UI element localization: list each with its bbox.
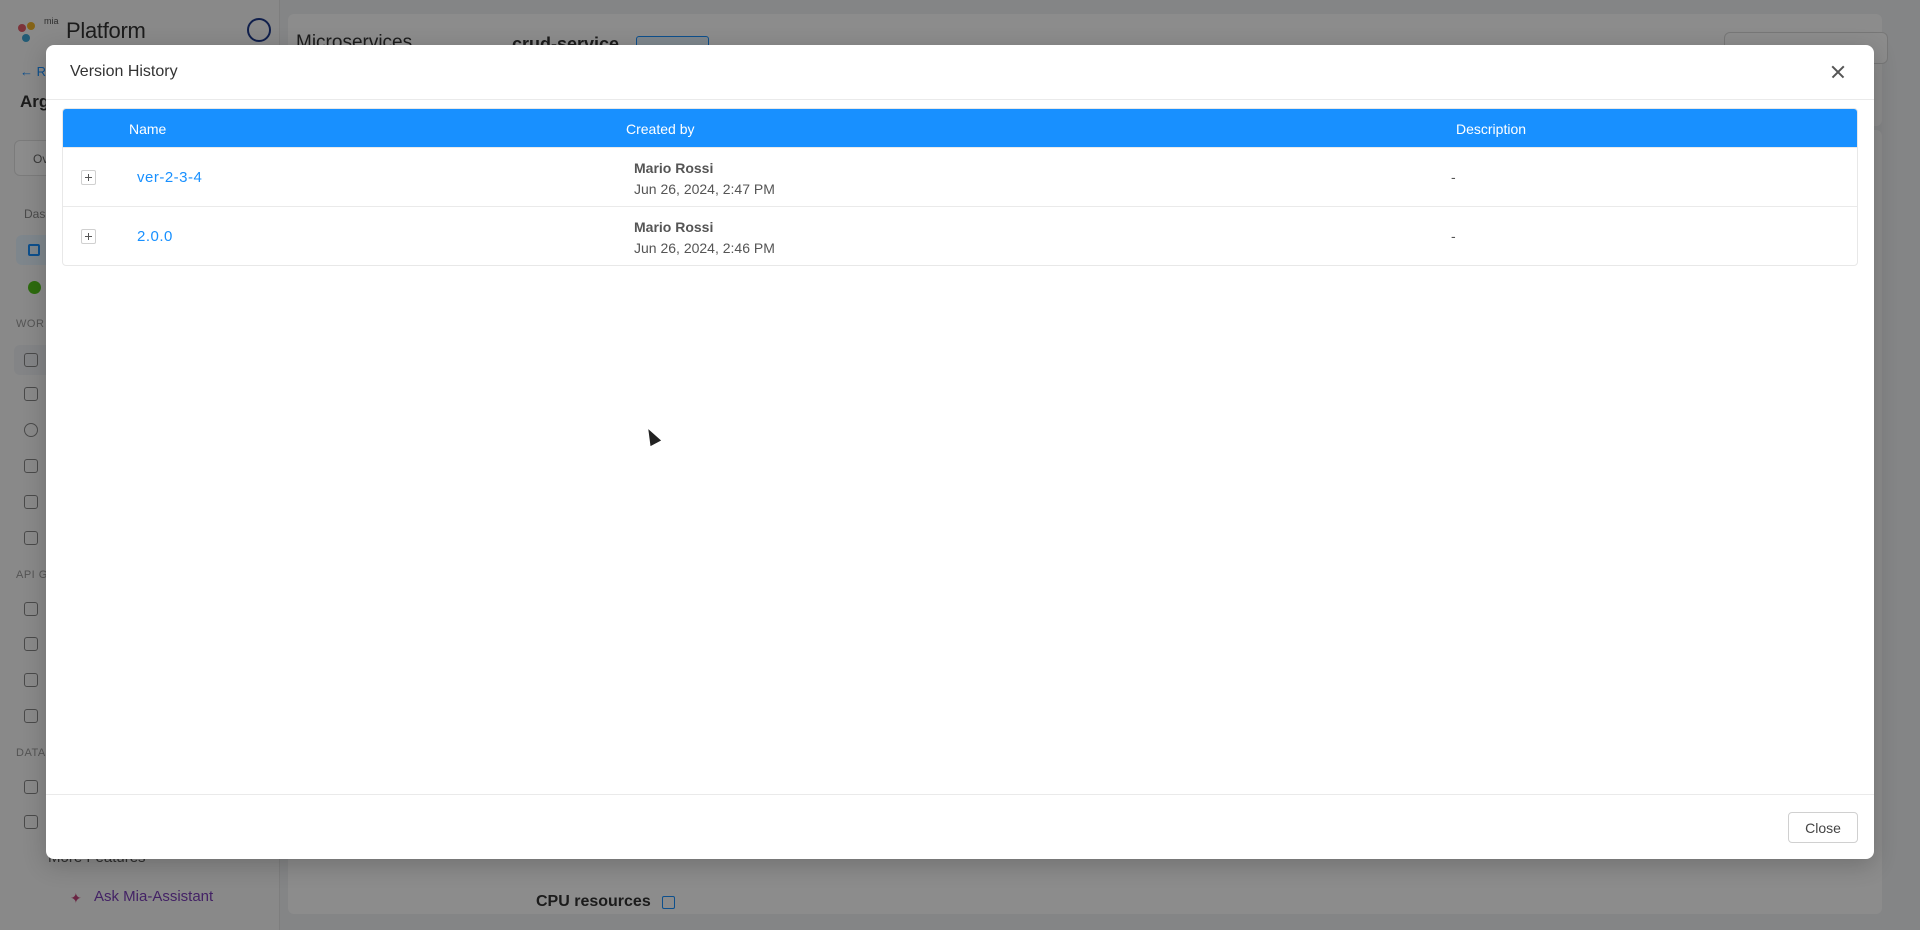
modal-title: Version History xyxy=(70,63,178,80)
version-table: Name Created by Description ver-2-3-4 Ma… xyxy=(62,108,1858,266)
column-header-created-by: Created by xyxy=(626,121,695,137)
created-date: Jun 26, 2024, 2:47 PM xyxy=(634,181,775,197)
version-history-modal: Version History Name Created by Descript… xyxy=(46,45,1874,859)
author-name: Mario Rossi xyxy=(634,160,714,176)
expand-row-icon[interactable] xyxy=(81,229,96,244)
modal-footer: Close xyxy=(46,794,1874,859)
close-icon[interactable] xyxy=(1826,60,1850,84)
description-cell: - xyxy=(1451,169,1456,185)
close-button[interactable]: Close xyxy=(1788,812,1858,843)
column-header-description: Description xyxy=(1456,121,1527,137)
version-link[interactable]: 2.0.0 xyxy=(137,228,173,245)
description-cell: - xyxy=(1451,228,1456,244)
expand-row-icon[interactable] xyxy=(81,170,96,185)
table-header: Name Created by Description xyxy=(63,109,1857,147)
modal-header: Version History xyxy=(46,45,1874,100)
table-row: 2.0.0 Mario Rossi Jun 26, 2024, 2:46 PM … xyxy=(63,206,1857,265)
created-date: Jun 26, 2024, 2:46 PM xyxy=(634,240,775,256)
author-name: Mario Rossi xyxy=(634,219,714,235)
table-row: ver-2-3-4 Mario Rossi Jun 26, 2024, 2:47… xyxy=(63,147,1857,206)
version-link[interactable]: ver-2-3-4 xyxy=(137,169,202,186)
column-header-name: Name xyxy=(129,121,167,137)
